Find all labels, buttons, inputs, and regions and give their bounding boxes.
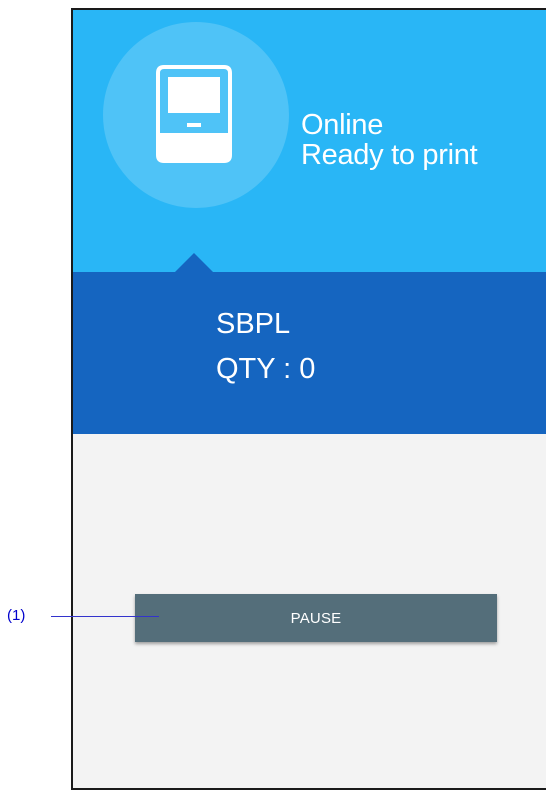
callout-label: (1) [7,607,26,624]
printer-status-circle [103,22,289,208]
online-status: Online [301,109,384,141]
page: Online Ready to print SBPL QTY : 0 PAUSE… [0,0,546,792]
ready-status: Ready to print [301,139,478,171]
job-info-panel: SBPL QTY : 0 [73,272,546,434]
print-quantity: QTY : 0 [216,353,316,385]
callout-leader-line [51,616,159,617]
printer-status-text: Online Ready to print [301,109,478,171]
panel-pointer [175,253,213,272]
callout-annotation: (1) [0,606,160,626]
printer-icon [156,65,232,163]
printer-language: SBPL [216,308,291,340]
job-info-text: SBPL QTY : 0 [216,302,315,392]
status-panel: Online Ready to print [73,10,546,272]
pause-button[interactable]: PAUSE [135,594,497,642]
printer-app-screen: Online Ready to print SBPL QTY : 0 PAUSE [71,8,546,790]
